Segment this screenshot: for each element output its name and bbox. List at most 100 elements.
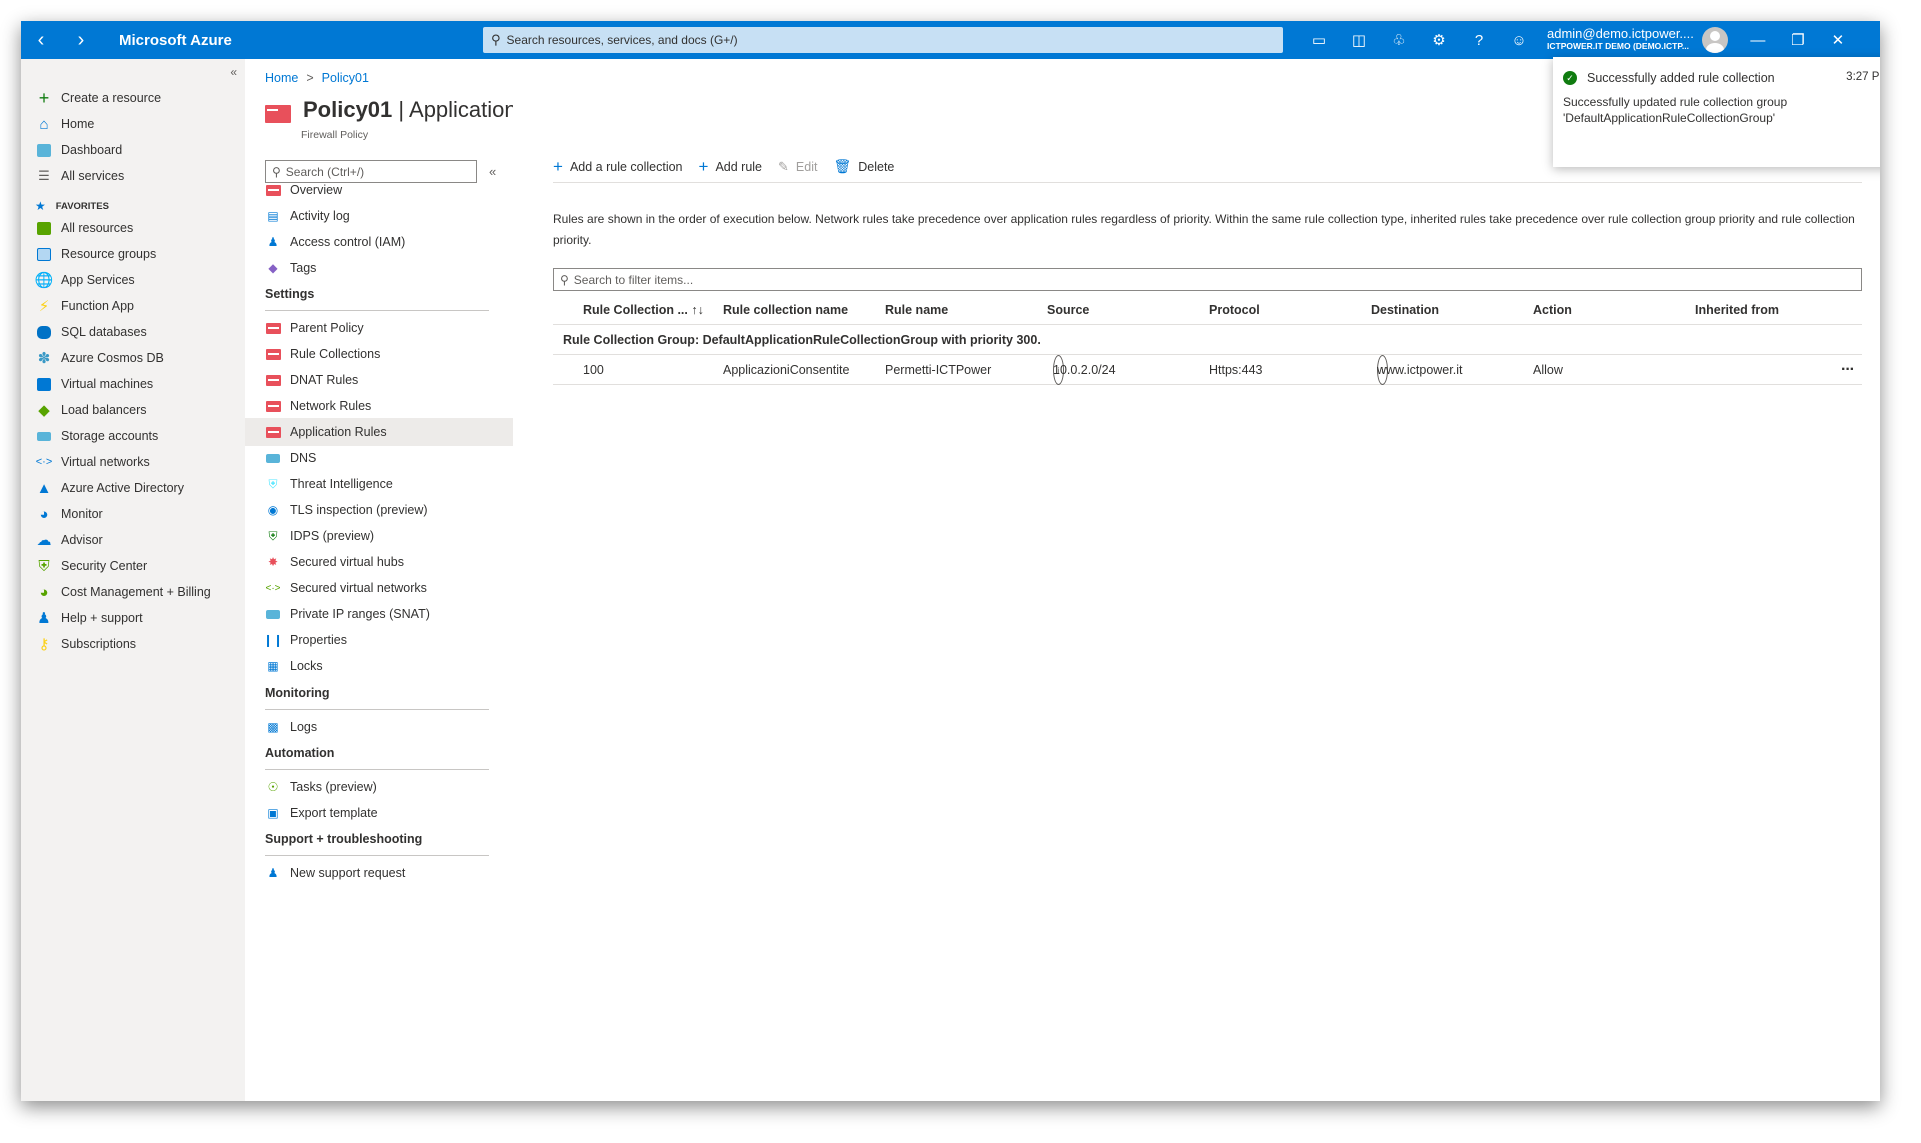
sidebar-item-label: Function App <box>61 299 134 313</box>
feedback-icon[interactable]: ☺ <box>1499 21 1539 59</box>
breadcrumb-policy[interactable]: Policy01 <box>322 71 369 85</box>
column-header-inherited-from[interactable]: Inherited from <box>1695 295 1779 325</box>
sidebar-item-storage-accounts[interactable]: Storage accounts <box>35 425 158 447</box>
row-more-options-icon[interactable]: ··· <box>1841 355 1855 385</box>
menu-item-application-rules[interactable]: Application Rules <box>245 418 513 446</box>
back-arrow-icon[interactable]: ‹ <box>21 21 61 59</box>
menu-item-dnat-rules[interactable]: DNAT Rules <box>245 366 513 394</box>
menu-item-rule-collections[interactable]: Rule Collections <box>245 340 513 368</box>
sidebar-item-all-resources[interactable]: All resources <box>35 217 133 239</box>
column-header-rule-name[interactable]: Rule name <box>885 295 948 325</box>
menu-item-overview[interactable]: Overview <box>245 176 513 204</box>
menu-item-export-template[interactable]: ▣ Export template <box>245 799 513 827</box>
global-search-input[interactable]: ⚲ Search resources, services, and docs (… <box>483 27 1283 53</box>
table-row[interactable]: 100 ApplicazioniConsentite Permetti-ICTP… <box>553 355 1862 385</box>
sidebar-item-advisor[interactable]: ☁ Advisor <box>35 529 103 551</box>
menu-item-logs[interactable]: ▩ Logs <box>245 713 513 741</box>
sidebar-item-virtual-networks[interactable]: <·> Virtual networks <box>35 451 150 473</box>
menu-item-tags[interactable]: ◆ Tags <box>245 254 513 282</box>
column-header-destination[interactable]: Destination <box>1371 295 1439 325</box>
menu-item-label: Rule Collections <box>290 347 381 361</box>
menu-item-dns[interactable]: DNS <box>245 444 513 472</box>
directory-filter-icon[interactable]: ◫ <box>1339 21 1379 59</box>
brand-title[interactable]: Microsoft Azure <box>119 32 483 49</box>
sidebar-item-label: Home <box>61 117 95 131</box>
lock-icon: ▦ <box>267 659 279 673</box>
ip-range-icon <box>265 607 281 621</box>
sidebar-item-dashboard[interactable]: Dashboard <box>35 139 122 161</box>
sidebar-item-monitor[interactable]: ◕ Monitor <box>35 503 102 525</box>
forward-arrow-icon[interactable]: › <box>61 21 101 59</box>
sidebar-item-home[interactable]: ⌂ Home <box>35 113 94 135</box>
avatar[interactable] <box>1701 27 1728 53</box>
sidebar-item-load-balancers[interactable]: ◆ Load balancers <box>35 399 146 421</box>
menu-item-label: Logs <box>290 720 318 734</box>
table-header: Rule Collection ... ↑↓ Rule collection n… <box>553 295 1862 325</box>
user-account[interactable]: admin@demo.ictpower.... ICTPOWER.IT DEMO… <box>1547 27 1728 53</box>
column-header-priority[interactable]: Rule Collection ... ↑↓ <box>583 295 704 325</box>
export-template-icon: ▣ <box>267 806 279 820</box>
sidebar-item-sql-databases[interactable]: SQL databases <box>35 321 147 343</box>
menu-item-label: DNS <box>290 451 317 465</box>
restore-icon[interactable]: ❐ <box>1778 21 1818 59</box>
sidebar-item-security-center[interactable]: ⛨ Security Center <box>35 555 147 577</box>
minimize-icon[interactable]: — <box>1738 21 1778 59</box>
sidebar-item-subscriptions[interactable]: ⚷ Subscriptions <box>35 633 137 655</box>
sidebar-item-label: Virtual networks <box>61 455 150 469</box>
menu-item-idps[interactable]: ⛨ IDPS (preview) <box>245 522 513 550</box>
edit-button[interactable]: ✎ Edit <box>778 159 817 175</box>
success-check-icon: ✓ <box>1563 71 1577 85</box>
filter-input[interactable]: ⚲ Search to filter items... <box>553 268 1862 291</box>
collapse-sidebar-icon[interactable]: « <box>230 65 237 79</box>
sidebar-item-label: Help + support <box>61 611 143 625</box>
delete-label: Delete <box>858 159 895 174</box>
column-header-source[interactable]: Source <box>1047 295 1089 325</box>
sidebar-item-create-resource[interactable]: + Create a resource <box>35 87 161 109</box>
menu-item-label: New support request <box>290 866 406 880</box>
menu-item-locks[interactable]: ▦ Locks <box>245 652 513 680</box>
sidebar-item-label: Azure Active Directory <box>61 481 184 495</box>
firewall-policy-icon <box>265 347 281 361</box>
sidebar-item-all-services[interactable]: ☰ All services <box>35 165 124 187</box>
menu-item-private-ip-ranges[interactable]: Private IP ranges (SNAT) <box>245 600 513 628</box>
close-window-icon[interactable]: ✕ <box>1818 21 1858 59</box>
help-icon[interactable]: ? <box>1459 21 1499 59</box>
sidebar-item-cosmos-db[interactable]: ✽ Azure Cosmos DB <box>35 347 164 369</box>
menu-item-properties[interactable]: ❙❙ Properties <box>245 626 513 654</box>
sidebar-item-help-support[interactable]: ♟ Help + support <box>35 607 143 629</box>
sidebar-item-resource-groups[interactable]: Resource groups <box>35 243 156 265</box>
menu-item-secured-virtual-networks[interactable]: <·> Secured virtual networks <box>245 574 513 602</box>
breadcrumb-home[interactable]: Home <box>265 71 298 85</box>
notifications-bell-icon[interactable]: ♧ <box>1379 21 1419 59</box>
menu-item-tls-inspection[interactable]: ◉ TLS inspection (preview) <box>245 496 513 524</box>
properties-icon: ❙❙ <box>262 633 284 647</box>
notification-toast[interactable]: ✕ ✓ Successfully added rule collection 3… <box>1553 57 1880 167</box>
menu-item-new-support-request[interactable]: ♟ New support request <box>245 859 513 887</box>
firewall-policy-icon <box>265 399 281 413</box>
breadcrumb: Home > Policy01 <box>265 71 369 85</box>
sidebar-item-label: Resource groups <box>61 247 157 261</box>
menu-item-secured-virtual-hubs[interactable]: ✸ Secured virtual hubs <box>245 548 513 576</box>
sidebar-item-app-services[interactable]: 🌐 App Services <box>35 269 135 291</box>
add-rule-collection-button[interactable]: + Add a rule collection <box>553 157 683 177</box>
rule-collection-group-row[interactable]: Rule Collection Group: DefaultApplicatio… <box>553 325 1862 355</box>
menu-item-parent-policy[interactable]: Parent Policy <box>245 314 513 342</box>
delete-button[interactable]: 🗑 Delete <box>833 158 894 175</box>
cell-protocol: Https:443 <box>1209 363 1263 377</box>
column-header-protocol[interactable]: Protocol <box>1209 295 1260 325</box>
menu-item-iam[interactable]: ♟ Access control (IAM) <box>245 228 513 256</box>
sidebar-item-cost-management[interactable]: ◕ Cost Management + Billing <box>35 581 210 603</box>
sidebar-item-label: App Services <box>61 273 135 287</box>
sidebar-item-azure-ad[interactable]: ▲ Azure Active Directory <box>35 477 184 499</box>
sidebar-item-function-app[interactable]: ⚡ Function App <box>35 295 134 317</box>
menu-item-threat-intelligence[interactable]: ⛨ Threat Intelligence <box>245 470 513 498</box>
sidebar-item-virtual-machines[interactable]: Virtual machines <box>35 373 153 395</box>
cloud-shell-icon[interactable]: ▭ <box>1299 21 1339 59</box>
settings-gear-icon[interactable]: ⚙ <box>1419 21 1459 59</box>
menu-item-activity-log[interactable]: ▤ Activity log <box>245 202 513 230</box>
add-rule-button[interactable]: + Add rule <box>699 157 763 177</box>
menu-item-tasks[interactable]: ☉ Tasks (preview) <box>245 773 513 801</box>
column-header-collection-name[interactable]: Rule collection name <box>723 295 848 325</box>
menu-item-network-rules[interactable]: Network Rules <box>245 392 513 420</box>
column-header-action[interactable]: Action <box>1533 295 1572 325</box>
